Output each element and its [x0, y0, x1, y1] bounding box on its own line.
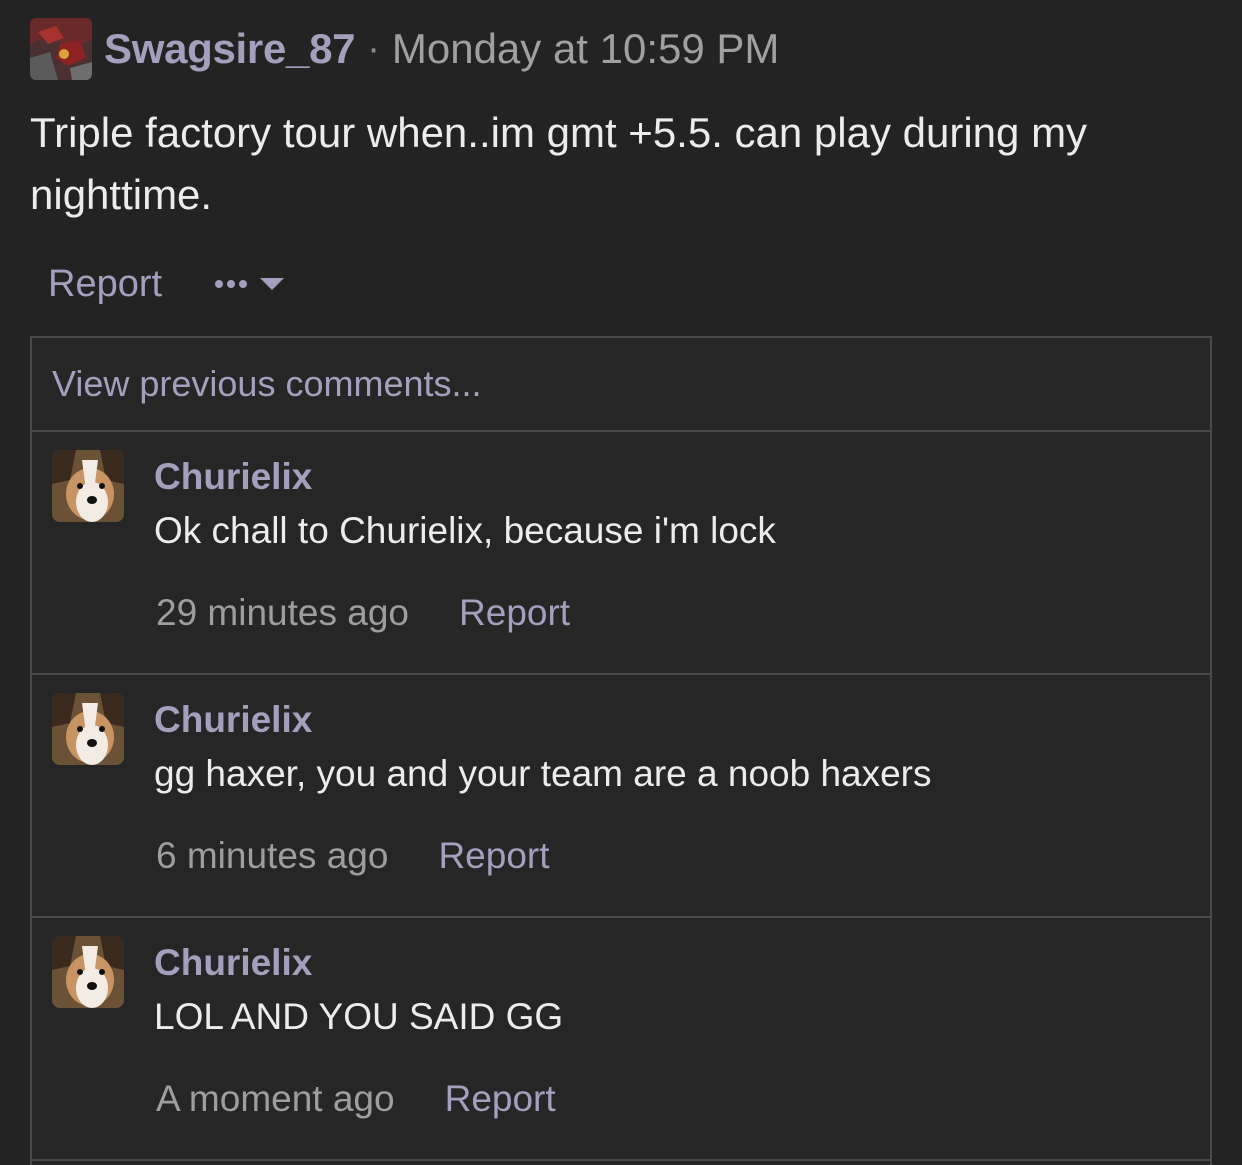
comment-timestamp: 6 minutes ago — [156, 835, 389, 876]
comment-text: Ok chall to Churielix, because i'm lock — [154, 510, 776, 551]
post-timestamp[interactable]: Monday at 10:59 PM — [392, 25, 780, 73]
comment-author[interactable]: Churielix — [154, 456, 312, 498]
post-body: Triple factory tour when..im gmt +5.5. c… — [30, 109, 1088, 218]
comment-report-link[interactable]: Report — [445, 1078, 556, 1120]
avatar[interactable] — [52, 936, 124, 1008]
avatar[interactable] — [52, 450, 124, 522]
comment-timestamp: 29 minutes ago — [156, 592, 410, 633]
avatar[interactable] — [30, 18, 92, 80]
comment-item: Churielix Ok chall to Churielix, because… — [32, 432, 1210, 675]
comment-report-link[interactable]: Report — [438, 835, 549, 877]
comment-text: gg haxer, you and your team are a noob h… — [154, 753, 932, 794]
comment-text: LOL AND YOU SAID GG — [154, 996, 564, 1037]
comment-author[interactable]: Churielix — [154, 699, 312, 741]
dog-avatar-icon — [52, 693, 124, 765]
post-actions: Report — [48, 258, 286, 310]
post-header: Swagsire_87 · Monday at 10:59 PM — [30, 16, 779, 82]
comment-report-link[interactable]: Report — [459, 592, 570, 634]
dog-avatar-icon — [52, 450, 124, 522]
avatar-image-icon — [30, 18, 92, 80]
separator-dot: · — [367, 27, 380, 70]
post-author[interactable]: Swagsire_87 — [104, 25, 356, 73]
post-report-link[interactable]: Report — [48, 263, 162, 306]
comment-author[interactable]: Churielix — [154, 942, 312, 984]
comments-section: View previous comments... Churielix Ok c… — [30, 336, 1212, 1165]
more-options-button[interactable] — [214, 274, 286, 294]
avatar[interactable] — [52, 693, 124, 765]
comment-item: Churielix LOL AND YOU SAID GG A moment a… — [32, 918, 1210, 1161]
comment-meta: 29 minutes ago Report — [156, 592, 570, 634]
comment-meta: A moment ago Report — [156, 1078, 556, 1120]
comment-timestamp: A moment ago — [156, 1078, 395, 1119]
dog-avatar-icon — [52, 936, 124, 1008]
comment-meta: 6 minutes ago Report — [156, 835, 550, 877]
view-previous-comments-link[interactable]: View previous comments... — [32, 338, 1210, 432]
comment-item: Churielix gg haxer, you and your team ar… — [32, 675, 1210, 918]
ellipsis-dropdown-icon — [215, 278, 285, 290]
